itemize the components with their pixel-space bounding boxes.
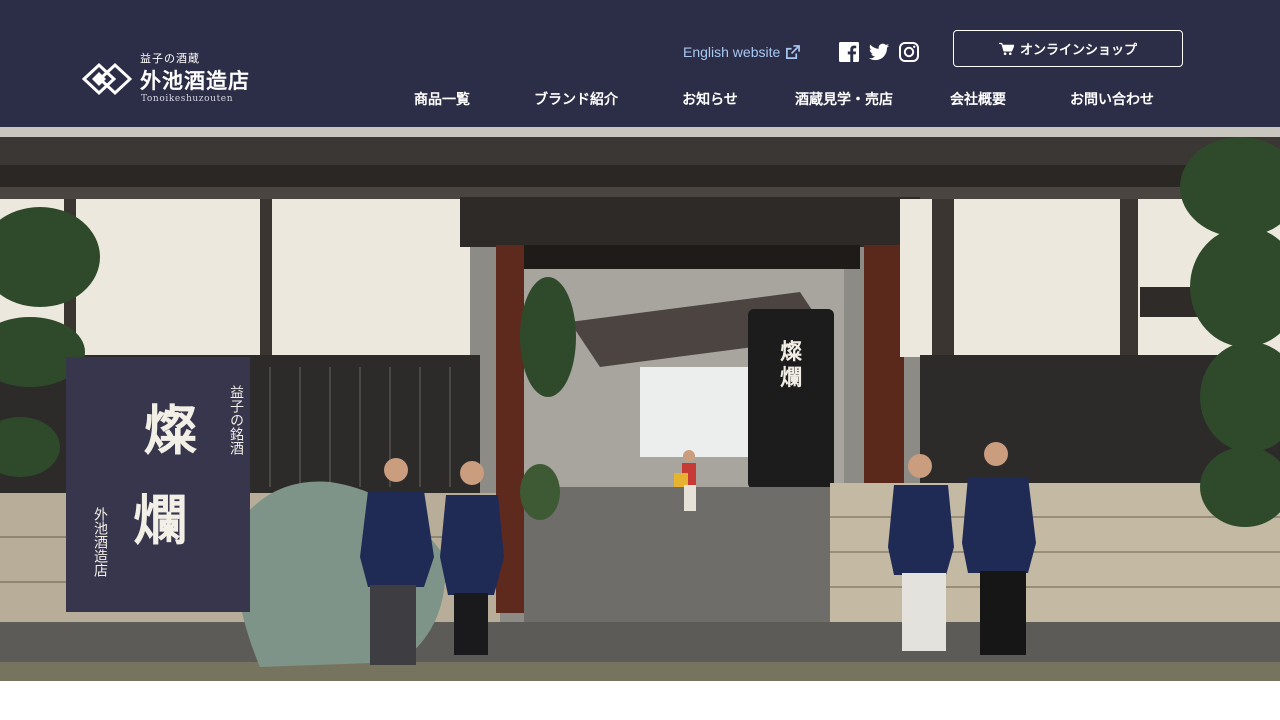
online-shop-button[interactable]: オンラインショップ bbox=[953, 30, 1183, 67]
tank-label-2: 爛 bbox=[780, 365, 802, 391]
main-nav: 商品一覧 ブランド紹介 お知らせ 酒蔵見学・売店 会社概要 お問い合わせ bbox=[380, 86, 1210, 114]
nav-item-brand[interactable]: ブランド紹介 bbox=[534, 86, 618, 114]
banner-brand-char-1: 燦 bbox=[143, 398, 197, 462]
banner-maker: 外池酒造店 bbox=[92, 507, 108, 577]
logo-name: 外池酒造店 bbox=[140, 68, 250, 93]
site-header: 益子の酒蔵 外池酒造店 Tonoikeshuzouten English web… bbox=[0, 0, 1280, 127]
cart-icon bbox=[998, 42, 1014, 55]
nav-item-company[interactable]: 会社概要 bbox=[950, 86, 1006, 114]
logo-mark-icon bbox=[82, 62, 132, 96]
banner-subtitle: 益子の銘酒 bbox=[228, 385, 244, 455]
hero-image: 燦 爛 益子の銘酒 燦 爛 外池酒造店 bbox=[0, 127, 1280, 681]
external-link-icon bbox=[786, 44, 801, 59]
nav-item-news[interactable]: お知らせ bbox=[682, 86, 738, 114]
english-website-link[interactable]: English website bbox=[683, 41, 801, 63]
facebook-icon[interactable] bbox=[838, 41, 860, 63]
instagram-icon[interactable] bbox=[898, 41, 920, 63]
twitter-icon[interactable] bbox=[868, 41, 890, 63]
site-logo[interactable]: 益子の酒蔵 外池酒造店 Tonoikeshuzouten bbox=[82, 50, 282, 106]
tank-label-1: 燦 bbox=[780, 339, 803, 365]
english-website-label: English website bbox=[683, 44, 781, 60]
brewery-gate-photo: 燦 爛 益子の銘酒 燦 爛 外池酒造店 bbox=[0, 127, 1280, 681]
logo-tagline: 益子の酒蔵 bbox=[140, 52, 200, 65]
nav-item-contact[interactable]: お問い合わせ bbox=[1070, 86, 1154, 114]
nav-item-brewery-tour[interactable]: 酒蔵見学・売店 bbox=[795, 86, 893, 114]
online-shop-label: オンラインショップ bbox=[1019, 43, 1137, 58]
nav-item-products[interactable]: 商品一覧 bbox=[414, 86, 470, 114]
banner-brand-char-2: 爛 bbox=[133, 488, 187, 552]
logo-romaji: Tonoikeshuzouten bbox=[141, 94, 234, 104]
